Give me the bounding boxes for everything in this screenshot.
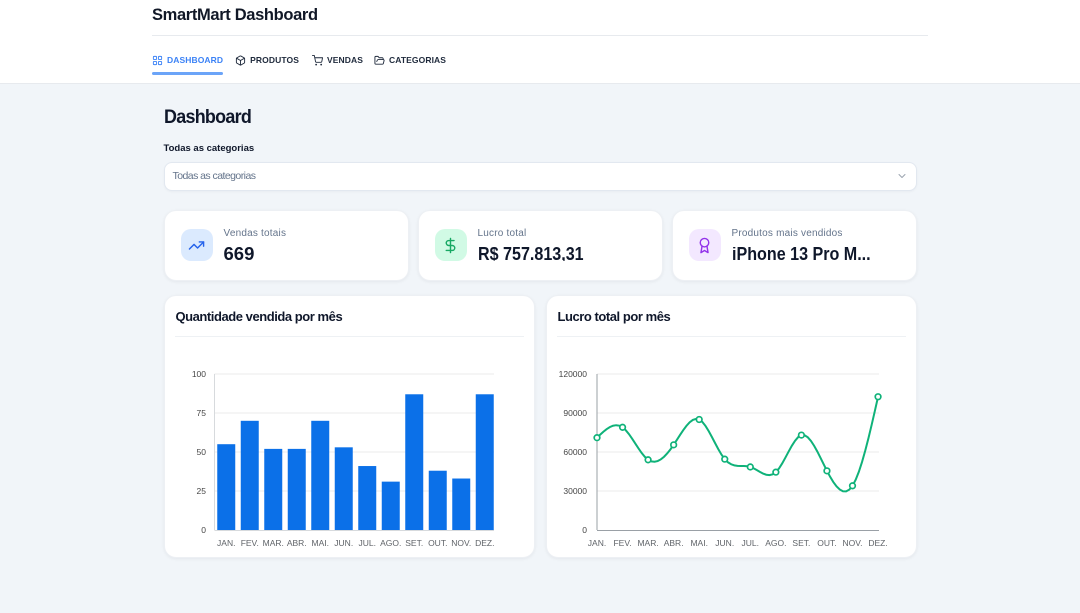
svg-text:FEV.: FEV.: [613, 538, 631, 548]
svg-text:MAI.: MAI.: [311, 538, 328, 548]
svg-text:MAI.: MAI.: [690, 538, 707, 548]
svg-text:OUT.: OUT.: [428, 538, 447, 548]
svg-text:DEZ.: DEZ.: [868, 538, 887, 548]
svg-text:OUT.: OUT.: [817, 538, 836, 548]
svg-text:JAN.: JAN.: [217, 538, 235, 548]
svg-text:JUN.: JUN.: [715, 538, 734, 548]
svg-text:SET.: SET.: [792, 538, 810, 548]
svg-text:SET.: SET.: [405, 538, 423, 548]
svg-text:FEV.: FEV.: [240, 538, 258, 548]
svg-text:50: 50: [196, 447, 206, 457]
svg-text:0: 0: [582, 525, 587, 535]
svg-text:120000: 120000: [558, 369, 587, 379]
svg-text:ABR.: ABR.: [286, 538, 306, 548]
svg-text:0: 0: [201, 525, 206, 535]
svg-text:JUL.: JUL.: [741, 538, 758, 548]
svg-text:60000: 60000: [563, 447, 587, 457]
svg-text:ABR.: ABR.: [663, 538, 683, 548]
svg-text:JUN.: JUN.: [334, 538, 353, 548]
svg-text:AGO.: AGO.: [380, 538, 401, 548]
svg-text:30000: 30000: [563, 486, 587, 496]
svg-text:JAN.: JAN.: [587, 538, 605, 548]
svg-text:100: 100: [191, 369, 205, 379]
svg-text:JUL.: JUL.: [358, 538, 375, 548]
svg-text:25: 25: [196, 486, 206, 496]
svg-text:MAR.: MAR.: [262, 538, 283, 548]
svg-text:DEZ.: DEZ.: [475, 538, 494, 548]
svg-text:NOV.: NOV.: [842, 538, 862, 548]
svg-text:MAR.: MAR.: [637, 538, 658, 548]
svg-text:AGO.: AGO.: [765, 538, 786, 548]
svg-text:75: 75: [196, 408, 206, 418]
svg-text:90000: 90000: [563, 408, 587, 418]
svg-text:NOV.: NOV.: [451, 538, 471, 548]
